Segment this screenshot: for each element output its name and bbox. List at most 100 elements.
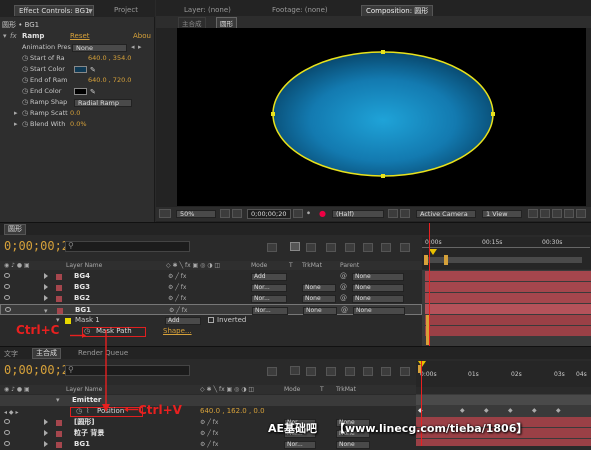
transparency-grid-icon[interactable] xyxy=(400,209,410,218)
stopwatch-icon[interactable]: ◷ xyxy=(22,75,28,86)
layer-trkmat-dropdown[interactable]: None xyxy=(303,306,337,315)
label-color-swatch[interactable] xyxy=(56,419,62,426)
graph-editor-icon[interactable] xyxy=(400,367,410,376)
layer-switches-icon[interactable]: ⚙ ╱ fx xyxy=(200,417,218,428)
about-link[interactable]: Abou xyxy=(133,31,151,42)
layer-duration-bar[interactable] xyxy=(425,326,591,336)
motion-blur-icon[interactable] xyxy=(363,243,373,252)
stopwatch-icon[interactable]: ◷ xyxy=(22,86,28,97)
ramp-shape-dropdown[interactable]: Radial Ramp xyxy=(74,98,132,107)
position-row[interactable]: ◂ ◆ ▸ ◷ ⌇ Position 640.0 , 162.0 , 0.0 xyxy=(0,406,416,417)
keyframe-icon[interactable]: ◆ xyxy=(556,407,561,414)
toggle-pixel-icon[interactable] xyxy=(528,209,538,218)
effect-row-emitter[interactable]: ▾ Emitter xyxy=(0,395,416,406)
timeline-track-area[interactable] xyxy=(422,223,591,347)
layer-parent-dropdown[interactable]: None xyxy=(352,283,404,292)
brainstorm-icon[interactable] xyxy=(381,243,391,252)
layer-switches-icon[interactable]: ⚙ ╱ fx xyxy=(168,282,186,293)
comp-flowchart-icon[interactable] xyxy=(267,367,277,376)
frame-blend-icon[interactable] xyxy=(345,243,355,252)
playhead-icon[interactable] xyxy=(429,249,437,255)
start-of-ramp-value[interactable]: 640.0 , 354.0 xyxy=(88,53,131,64)
label-color-swatch[interactable] xyxy=(56,284,62,291)
fast-preview-icon[interactable] xyxy=(576,209,586,218)
mask-shape-link[interactable]: Shape... xyxy=(163,326,192,337)
layer-duration-bar[interactable] xyxy=(425,315,591,325)
label-color-swatch[interactable] xyxy=(56,295,62,302)
visibility-eye-icon[interactable] xyxy=(4,295,10,300)
layer-duration-bar[interactable] xyxy=(425,293,591,303)
label-color-swatch[interactable] xyxy=(56,430,62,437)
expand-triangle-icon[interactable] xyxy=(44,441,48,447)
tab-menu-arrow-icon[interactable]: ▼ xyxy=(88,8,93,15)
vertex-handle[interactable] xyxy=(381,50,385,54)
tab-effect-controls[interactable]: Effect Controls: BG1 xyxy=(14,5,95,16)
frame-blend-icon[interactable] xyxy=(345,367,355,376)
pickwhip-icon[interactable]: @ xyxy=(340,293,347,304)
stopwatch-icon[interactable]: ◷ xyxy=(76,406,82,417)
visibility-eye-icon[interactable] xyxy=(4,441,10,446)
mask-color-swatch[interactable] xyxy=(65,317,71,324)
tab-footage[interactable]: Footage: (none) xyxy=(268,5,332,16)
live-update-icon[interactable] xyxy=(290,366,300,375)
layer-parent-dropdown[interactable]: None xyxy=(353,306,405,315)
tab-project[interactable]: Project xyxy=(110,5,142,16)
inverted-checkbox[interactable] xyxy=(208,317,214,323)
keyframe-icon[interactable]: ◆ xyxy=(484,407,489,414)
flowchart-icon[interactable] xyxy=(552,209,562,218)
vertex-handle[interactable] xyxy=(381,174,385,178)
keyframe-icon[interactable]: ◆ xyxy=(532,407,537,414)
expand-triangle-icon[interactable]: ▾ xyxy=(3,31,7,42)
label-color-swatch[interactable] xyxy=(56,273,62,280)
stopwatch-icon[interactable]: ◷ xyxy=(22,53,28,64)
vertex-handle[interactable] xyxy=(271,112,275,116)
zoom-dropdown[interactable]: 50% xyxy=(176,210,216,218)
visibility-eye-icon[interactable] xyxy=(4,430,10,435)
layer-row[interactable]: BG3 ⚙ ╱ fx Nor... None @ None xyxy=(0,282,422,293)
layer-row-selected[interactable]: ▾ BG1 ⚙ ╱ fx Nor... None @ None xyxy=(0,304,422,315)
current-time-indicator[interactable] xyxy=(429,223,430,347)
view-layout-dropdown[interactable]: 1 View xyxy=(482,210,522,218)
timeline-ruler[interactable]: 0:00s 00:15s 00:30s xyxy=(422,237,591,269)
tab-layer[interactable]: Layer: (none) xyxy=(180,5,235,16)
always-preview-icon[interactable] xyxy=(159,209,171,218)
show-snapshot-icon[interactable]: ⚫ xyxy=(306,210,311,217)
reset-link[interactable]: Reset xyxy=(70,31,90,42)
tab-text[interactable]: 文字 xyxy=(4,349,18,359)
roi-icon[interactable] xyxy=(388,209,398,218)
fx-icon[interactable]: fx xyxy=(10,31,17,42)
graph-editor-icon[interactable] xyxy=(400,243,410,252)
reset-exposure-icon[interactable] xyxy=(540,209,550,218)
end-of-ramp-value[interactable]: 640.0 , 720.0 xyxy=(88,75,131,86)
layer-duration-bar[interactable] xyxy=(425,282,591,292)
comp-mini-icon[interactable] xyxy=(564,209,574,218)
expand-triangle-icon[interactable]: ▾ xyxy=(56,395,60,406)
vertex-handle[interactable] xyxy=(491,112,495,116)
end-color-swatch[interactable] xyxy=(74,88,87,95)
timeline-ruler[interactable]: 0:00s 01s 02s 03s 04s xyxy=(416,361,591,387)
channel-icon[interactable]: ● xyxy=(319,209,326,218)
work-area-start-handle[interactable] xyxy=(424,255,428,265)
draft-3d-icon[interactable] xyxy=(306,367,316,376)
tab-main-comp[interactable]: 主合成 xyxy=(32,348,61,359)
layer-row[interactable]: BG4 ⚙ ╱ fx Add @ None xyxy=(0,271,422,282)
layer-trkmat-dropdown[interactable]: None xyxy=(302,283,336,292)
brainstorm-icon[interactable] xyxy=(381,367,391,376)
next-preset-icon[interactable]: ▸ xyxy=(138,42,142,53)
live-update-icon[interactable] xyxy=(290,242,300,251)
layer-duration-bar[interactable] xyxy=(425,304,591,314)
mask-mode-dropdown[interactable]: Add xyxy=(165,316,201,325)
layer-mode-dropdown[interactable]: Add xyxy=(251,272,287,281)
keyframe-icon[interactable]: ◆ xyxy=(508,407,513,414)
visibility-eye-icon[interactable] xyxy=(4,284,10,289)
expand-triangle-icon[interactable] xyxy=(44,419,48,425)
layer-trkmat-dropdown[interactable]: None xyxy=(302,294,336,303)
expand-triangle-icon[interactable] xyxy=(44,430,48,436)
prev-preset-icon[interactable]: ◂ xyxy=(131,42,135,53)
expand-triangle-icon[interactable] xyxy=(44,284,48,290)
layer-switches-icon[interactable]: ⚙ ╱ fx xyxy=(168,271,186,282)
work-area-bar[interactable] xyxy=(427,257,582,263)
tab-timeline-circle[interactable]: 圆形 xyxy=(4,224,26,235)
stopwatch-icon[interactable]: ◷ xyxy=(22,119,28,130)
pickwhip-icon[interactable]: @ xyxy=(340,282,347,293)
